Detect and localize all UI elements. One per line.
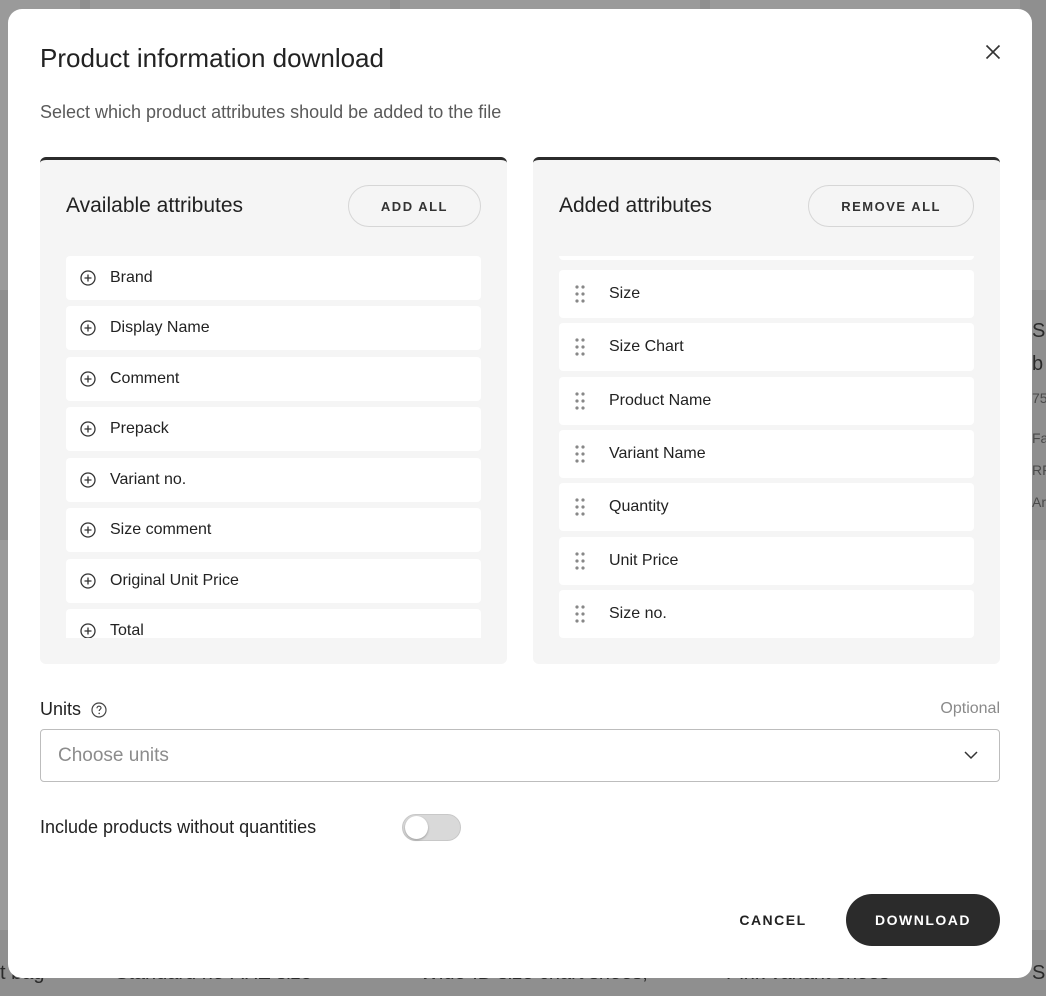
- background-product-image: [0, 540, 8, 930]
- plus-circle-icon: [80, 522, 96, 538]
- toggle-knob: [405, 816, 428, 839]
- plus-circle-icon: [80, 573, 96, 589]
- added-attribute-item[interactable]: Quantity: [559, 483, 974, 531]
- added-attribute-item[interactable]: Unit Price: [559, 537, 974, 585]
- plus-circle-icon: [80, 270, 96, 286]
- units-select[interactable]: Choose units: [40, 729, 1000, 782]
- available-attribute-item[interactable]: Variant no.: [66, 458, 481, 502]
- attribute-label: Size: [609, 285, 641, 302]
- attribute-label: Original Unit Price: [110, 572, 239, 589]
- background-product-name: S: [1032, 320, 1046, 342]
- help-circle-icon[interactable]: [91, 701, 107, 718]
- added-attribute-item[interactable]: Size no.: [559, 590, 974, 638]
- added-attribute-item[interactable]: [559, 256, 974, 260]
- close-icon: [985, 44, 1001, 60]
- attribute-label: Size Chart: [609, 338, 684, 355]
- plus-circle-icon: [80, 421, 96, 437]
- plus-circle-icon: [80, 371, 96, 387]
- added-attributes-title: Added attributes: [559, 194, 712, 217]
- background-product-meta: 75: [1032, 390, 1046, 406]
- modal-subtitle: Select which product attributes should b…: [40, 102, 502, 122]
- available-attribute-item[interactable]: Original Unit Price: [66, 559, 481, 603]
- drag-handle-icon[interactable]: [575, 445, 589, 463]
- available-attribute-item[interactable]: Comment: [66, 357, 481, 401]
- attribute-label: Variant Name: [609, 445, 706, 462]
- drag-handle-icon[interactable]: [575, 498, 589, 516]
- available-attribute-item[interactable]: Brand: [66, 256, 481, 300]
- include-products-label: Include products without quantities: [40, 817, 317, 837]
- added-attributes-list[interactable]: Size Size Chart Product Name Variant Nam…: [559, 256, 974, 638]
- background-product-meta: Fa: [1032, 430, 1046, 446]
- attribute-label: Unit Price: [609, 552, 679, 569]
- add-all-button[interactable]: ADD ALL: [347, 185, 481, 227]
- background-product-name: b: [1032, 353, 1044, 375]
- background-product-name: S: [1032, 962, 1046, 984]
- background-product-meta: RF: [1032, 462, 1046, 478]
- drag-handle-icon[interactable]: [575, 338, 589, 356]
- attribute-label: Prepack: [110, 420, 169, 437]
- plus-circle-icon: [80, 623, 96, 638]
- download-button[interactable]: DOWNLOAD: [846, 894, 1000, 946]
- added-attribute-item[interactable]: Size Chart: [559, 323, 974, 371]
- attribute-label: Size no.: [609, 605, 667, 622]
- background-product-image: [1032, 540, 1046, 930]
- available-attributes-panel: Available attributes ADD ALL Brand Displ…: [40, 157, 507, 664]
- available-attribute-item[interactable]: Total: [66, 609, 481, 638]
- modal-title: Product information download: [40, 43, 384, 73]
- units-select-placeholder: Choose units: [58, 744, 169, 766]
- available-attribute-item[interactable]: Prepack: [66, 407, 481, 451]
- attribute-label: Comment: [110, 370, 180, 387]
- chevron-down-icon: [963, 747, 979, 763]
- available-attribute-item[interactable]: Size comment: [66, 508, 481, 552]
- attribute-label: Variant no.: [110, 471, 187, 488]
- download-modal: Product information download Select whic…: [8, 9, 1032, 978]
- added-attributes-panel: Added attributes REMOVE ALL Size Size Ch…: [533, 157, 1000, 664]
- added-attribute-item[interactable]: Variant Name: [559, 430, 974, 478]
- drag-handle-icon[interactable]: [575, 552, 589, 570]
- available-attributes-title: Available attributes: [66, 194, 244, 217]
- drag-handle-icon[interactable]: [575, 285, 589, 303]
- include-products-toggle[interactable]: [402, 814, 461, 841]
- added-attribute-item[interactable]: Size: [559, 270, 974, 318]
- drag-handle-icon[interactable]: [575, 605, 589, 623]
- added-attribute-item[interactable]: Product Name: [559, 377, 974, 425]
- cancel-button[interactable]: CANCEL: [720, 894, 826, 946]
- attribute-label: Product Name: [609, 392, 712, 409]
- units-label-row: Units: [40, 699, 107, 720]
- units-label: Units: [40, 699, 82, 719]
- drag-handle-icon[interactable]: [575, 392, 589, 410]
- background-product-meta: Ar: [1032, 494, 1046, 510]
- plus-circle-icon: [80, 320, 96, 336]
- available-attribute-item[interactable]: Display Name: [66, 306, 481, 350]
- attribute-label: Size comment: [110, 521, 212, 538]
- attribute-label: Quantity: [609, 498, 669, 515]
- optional-label: Optional: [940, 700, 1000, 717]
- attribute-label: Brand: [110, 269, 153, 286]
- available-attributes-list[interactable]: Brand Display Name Comment Prepack Varia…: [66, 256, 481, 638]
- attribute-label: Total: [110, 622, 144, 638]
- remove-all-button[interactable]: REMOVE ALL: [808, 185, 974, 227]
- attribute-label: Display Name: [110, 319, 210, 336]
- plus-circle-icon: [80, 472, 96, 488]
- close-button[interactable]: [980, 39, 1006, 65]
